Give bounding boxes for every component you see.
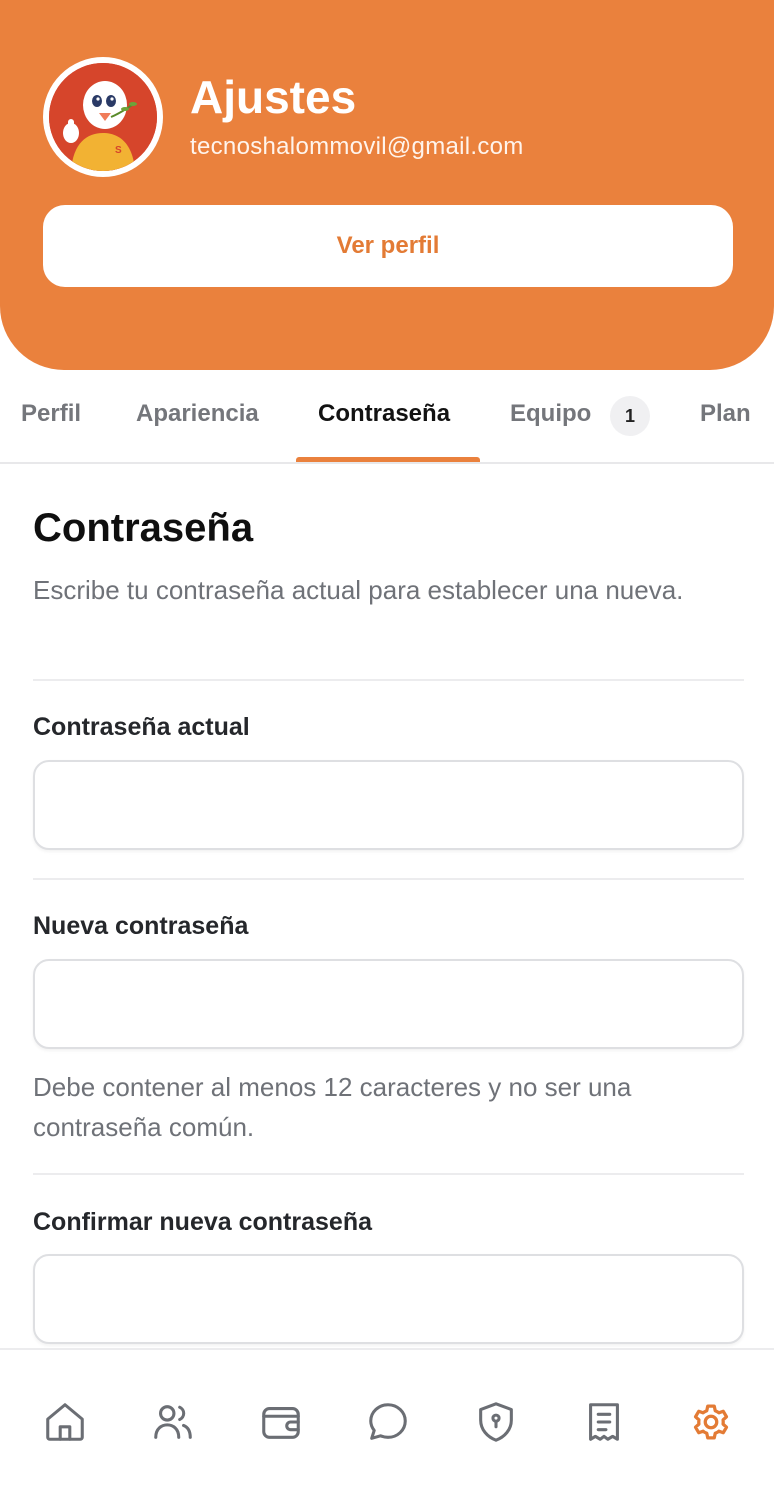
nav-receipts[interactable] [580,1398,628,1446]
new-password-label: Nueva contraseña [33,912,249,940]
chat-icon [369,1403,407,1440]
receipt-icon [589,1403,619,1441]
nav-contacts[interactable] [149,1398,197,1446]
section-title: Contraseña [33,506,254,550]
nav-wallet[interactable] [257,1398,305,1446]
settings-tabs: Perfil Apariencia Contraseña Equipo Plan [0,370,774,464]
gear-icon [693,1404,729,1440]
settings-header: S Ajustes tecnoshalommovil@gmail.com Ver… [0,0,774,370]
team-count-badge: 1 [610,396,650,436]
tab-contrasena[interactable]: Contraseña [318,400,450,428]
wallet-icon [262,1407,300,1439]
user-email: tecnoshalommovil@gmail.com [190,133,524,160]
confirm-password-label: Confirmar nueva contraseña [33,1208,372,1236]
shield-icon [479,1402,513,1442]
nav-home[interactable] [41,1398,89,1446]
page-title: Ajustes [190,71,357,123]
tab-equipo[interactable]: Equipo [510,400,591,428]
view-profile-button[interactable]: Ver perfil [43,205,733,287]
nav-chat[interactable] [364,1398,412,1446]
divider [33,1173,744,1175]
mascot-avatar-image: S [49,63,157,171]
users-icon [154,1405,192,1439]
active-tab-indicator [296,457,480,462]
divider [33,878,744,880]
current-password-input[interactable] [33,760,744,850]
section-description: Escribe tu contraseña actual para establ… [33,575,684,605]
avatar[interactable]: S [43,57,163,177]
tab-apariencia[interactable]: Apariencia [136,400,259,428]
confirm-password-input[interactable] [33,1254,744,1344]
nav-settings[interactable] [687,1398,735,1446]
bottom-navigation [0,1348,774,1490]
tab-perfil[interactable]: Perfil [21,400,81,428]
nav-security[interactable] [472,1398,520,1446]
new-password-hint: Debe contener al menos 12 caracteres y n… [33,1072,632,1142]
current-password-label: Contraseña actual [33,713,250,741]
divider [33,679,744,681]
home-icon [46,1403,84,1441]
new-password-input[interactable] [33,959,744,1049]
tab-plan[interactable]: Plan [700,400,751,428]
svg-text:S: S [115,145,122,156]
